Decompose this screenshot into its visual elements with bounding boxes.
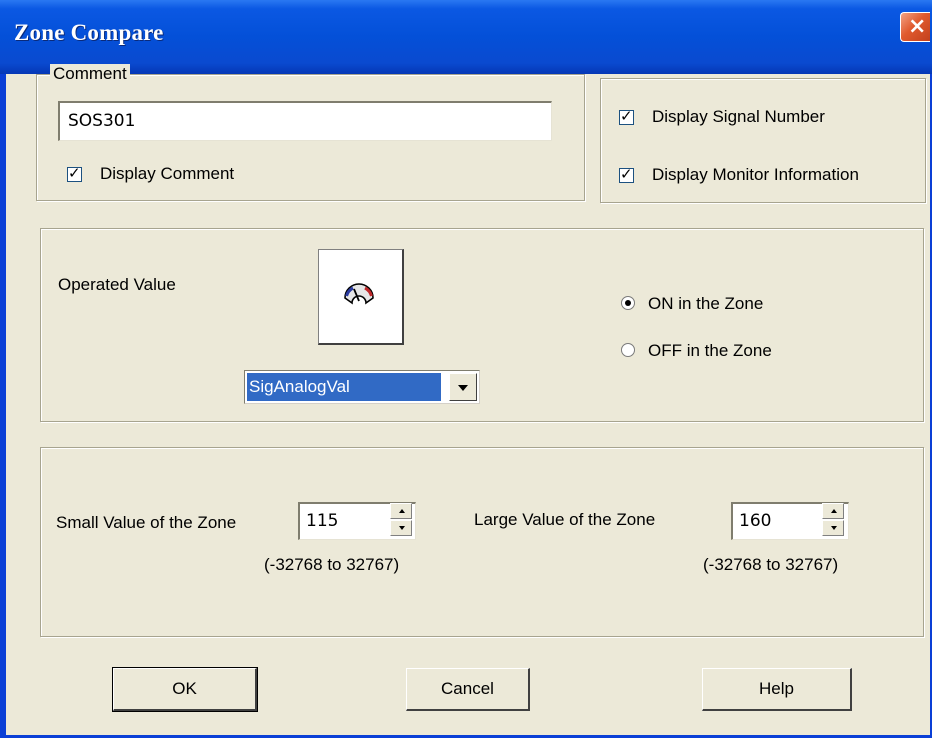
- display-monitor-information-label: Display Monitor Information: [652, 165, 859, 184]
- zone-values-group: [40, 447, 924, 637]
- ok-button[interactable]: OK: [112, 667, 258, 712]
- large-value-stepper[interactable]: [822, 503, 846, 537]
- check-mark-icon: ✓: [68, 164, 81, 182]
- display-signal-number-label: Display Signal Number: [652, 107, 825, 126]
- chevron-down-icon: [458, 385, 468, 391]
- chevron-down-icon: [831, 526, 837, 530]
- large-value-label: Large Value of the Zone: [474, 510, 656, 529]
- dialog-content: Zone Compare × Comment SOS301 ✓ Display …: [0, 0, 932, 735]
- analog-meter-icon: [344, 283, 374, 305]
- chevron-down-icon: [399, 526, 405, 530]
- operated-value-icon-box[interactable]: [318, 249, 404, 345]
- display-monitor-information-checkbox[interactable]: ✓: [619, 165, 634, 183]
- comment-group-legend: Comment: [50, 64, 130, 84]
- small-value-decrement[interactable]: [390, 520, 412, 536]
- small-value-stepper[interactable]: [390, 503, 414, 537]
- small-value-range: (-32768 to 32767): [264, 555, 400, 574]
- radio-selected-dot: [625, 300, 631, 306]
- check-mark-icon: ✓: [620, 107, 633, 125]
- close-icon: ×: [908, 14, 927, 39]
- large-value-increment[interactable]: [822, 503, 844, 519]
- display-signal-number-checkbox[interactable]: ✓: [619, 107, 634, 125]
- dialog-title: Zone Compare: [14, 20, 164, 45]
- operated-value-dropdown[interactable]: SigAnalogVal: [244, 370, 480, 404]
- large-value-range: (-32768 to 32767): [703, 555, 839, 574]
- dropdown-arrow-button[interactable]: [449, 373, 477, 401]
- on-in-zone-radio[interactable]: [621, 296, 635, 310]
- check-mark-icon: ✓: [620, 165, 633, 183]
- large-value-decrement[interactable]: [822, 520, 844, 536]
- small-value-label: Small Value of the Zone: [56, 513, 237, 532]
- off-in-zone-label: OFF in the Zone: [648, 341, 772, 360]
- zone-compare-dialog: Zone Compare × Comment SOS301 ✓ Display …: [0, 0, 932, 738]
- operated-value-selected: SigAnalogVal: [247, 373, 441, 401]
- chevron-up-icon: [831, 509, 837, 513]
- title-bar[interactable]: Zone Compare ×: [0, 0, 932, 74]
- close-button[interactable]: ×: [900, 12, 930, 42]
- display-comment-label: Display Comment: [100, 164, 235, 183]
- display-comment-checkbox[interactable]: ✓: [67, 164, 82, 182]
- operated-value-label: Operated Value: [58, 275, 176, 294]
- small-value-increment[interactable]: [390, 503, 412, 519]
- chevron-up-icon: [399, 509, 405, 513]
- cancel-button[interactable]: Cancel: [406, 668, 530, 711]
- operated-value-group: [40, 228, 924, 422]
- on-in-zone-label: ON in the Zone: [648, 294, 764, 313]
- help-button[interactable]: Help: [702, 668, 852, 711]
- comment-input[interactable]: SOS301: [58, 101, 552, 141]
- off-in-zone-radio[interactable]: [621, 343, 635, 357]
